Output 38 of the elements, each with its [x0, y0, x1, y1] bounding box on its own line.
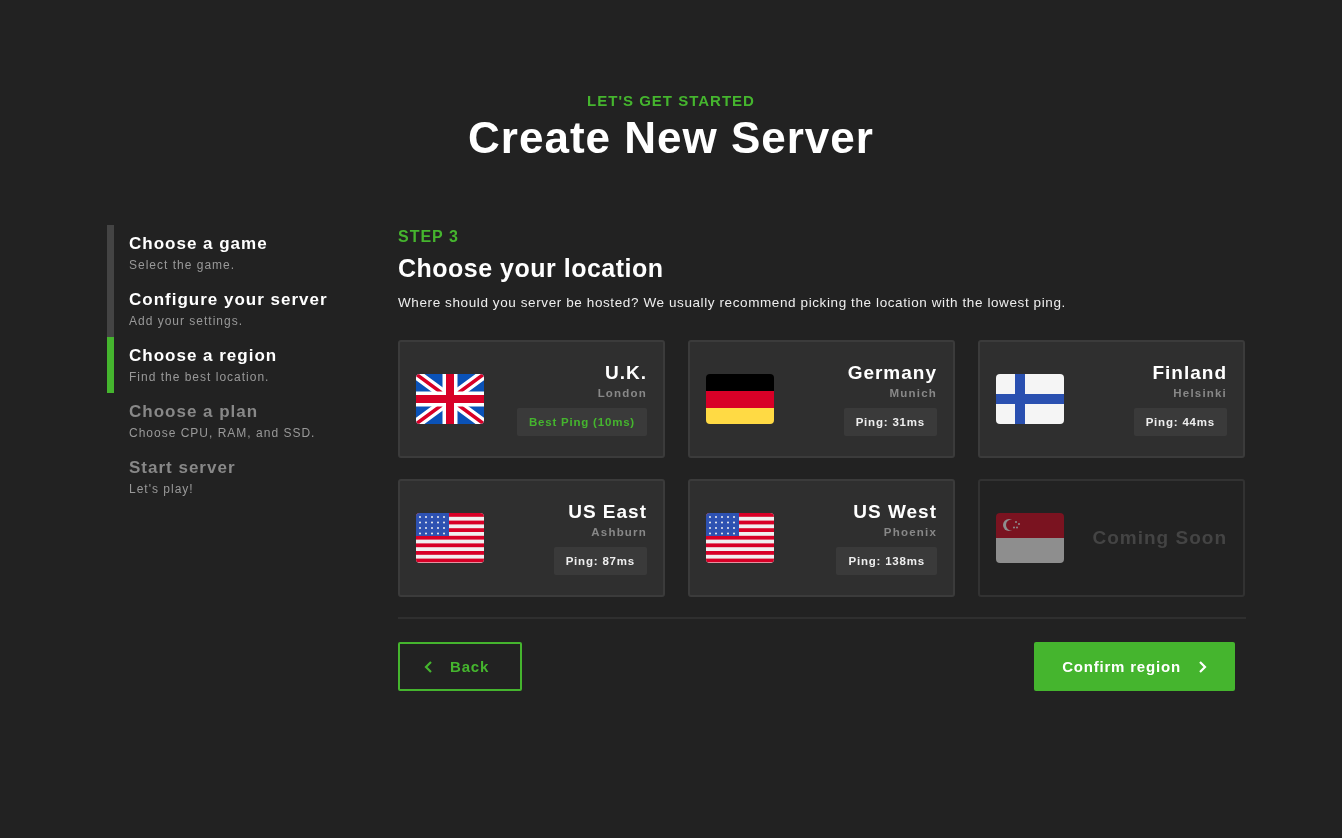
chevron-left-icon — [424, 659, 434, 674]
chevron-right-icon — [1196, 659, 1207, 674]
step-item[interactable]: Choose a plan Choose CPU, RAM, and SSD. — [107, 393, 398, 449]
city-name: Ashburn — [591, 526, 647, 538]
flag-icon — [706, 374, 774, 424]
region-card[interactable]: US East Ashburn Ping: 87ms — [398, 479, 665, 597]
ping-badge: Ping: 87ms — [553, 547, 647, 575]
city-name: Munich — [889, 387, 937, 399]
city-name: London — [597, 387, 647, 399]
ping-badge: Best Ping (10ms) — [516, 408, 647, 436]
step-item[interactable]: Choose a game Select the game. — [107, 225, 398, 281]
eyebrow-text: LET'S GET STARTED — [586, 92, 756, 109]
back-button[interactable]: Back — [398, 642, 522, 691]
section-title: Choose your location — [398, 254, 665, 283]
flag-icon — [996, 374, 1064, 424]
section-description: Where should you server be hosted? We usually recommend picking the location with the lowest ping. — [398, 295, 1067, 310]
region-card[interactable]: US West Phoenix Ping: 138ms — [688, 479, 955, 597]
step-label: STEP 3 — [398, 228, 460, 246]
step-item[interactable]: Start server Let's play! — [107, 449, 398, 505]
region-card[interactable]: Germany Munich Ping: 31ms — [688, 340, 955, 458]
page-title: Create New Server — [467, 113, 875, 163]
step-item[interactable]: Configure your server Add your settings. — [107, 281, 398, 337]
ping-badge: Ping: 31ms — [843, 408, 937, 436]
city-name: Helsinki — [1173, 387, 1227, 399]
flag-icon — [416, 513, 484, 563]
region-name: U.K. — [605, 362, 647, 384]
region-name: Germany — [847, 362, 937, 384]
ping-badge: Ping: 138ms — [836, 547, 937, 575]
city-name: Phoenix — [883, 526, 937, 538]
region-name: US East — [568, 501, 647, 523]
flag-icon — [416, 374, 484, 424]
region-card[interactable]: Finland Helsinki Ping: 44ms — [978, 340, 1245, 458]
region-name: Finland — [1152, 362, 1227, 384]
ping-badge: Ping: 44ms — [1133, 408, 1227, 436]
flag-icon — [706, 513, 774, 563]
region-name: US West — [853, 501, 937, 523]
region-card[interactable]: U.K. London Best Ping (10ms) — [398, 340, 665, 458]
flag-icon — [996, 513, 1064, 563]
